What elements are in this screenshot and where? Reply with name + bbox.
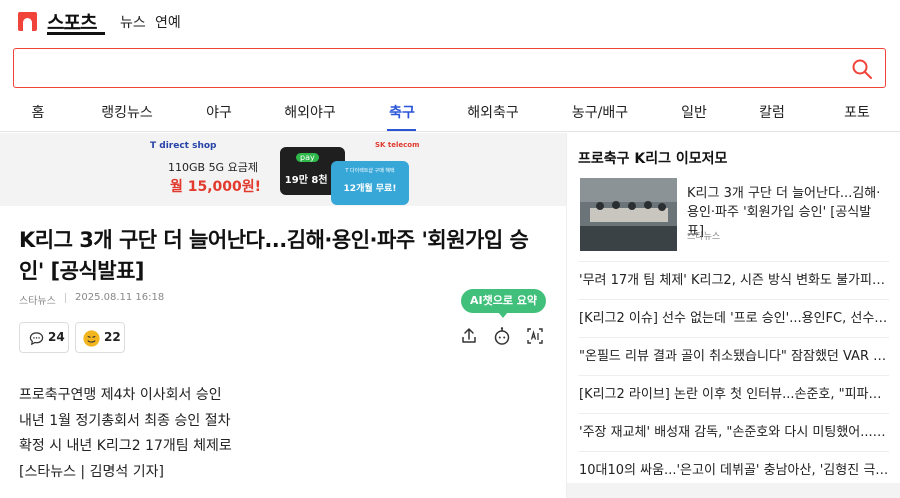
reaction-emoji-icon <box>83 330 100 347</box>
summary-line: 확정 시 내년 K리그2 17개팀 체제로 <box>19 438 232 454</box>
sidebar-article-list: '무려 17개 팀 체제' K리그2, 시즌 방식 변화도 불가피...'2..… <box>579 261 889 489</box>
nav-overseas-baseball[interactable]: 해외야구 <box>284 102 336 122</box>
nav-active-indicator <box>387 129 416 131</box>
nav-general[interactable]: 일반 <box>681 102 707 122</box>
article-summary: 프로축구연맹 제4차 이사회서 승인 내년 1월 정기총회서 최종 승인 절차 … <box>19 383 232 485</box>
article-date: 2025.08.11 16:18 <box>75 292 165 303</box>
ad-pay-badge: pay <box>296 153 319 162</box>
sidebar-title: 프로축구 K리그 이모저모 <box>578 151 728 167</box>
share-icon[interactable] <box>459 326 479 346</box>
summary-line: 내년 1월 정기총회서 최종 승인 절차 <box>19 412 231 429</box>
reaction-button[interactable]: 22 <box>75 322 125 353</box>
ad-shop-label: T direct shop <box>150 141 217 151</box>
summary-line: 프로축구연맹 제4차 이사회서 승인 <box>19 387 222 403</box>
search-bar <box>13 48 886 88</box>
font-size-icon[interactable] <box>525 326 545 346</box>
header-link-news[interactable]: 뉴스 <box>120 12 146 32</box>
article-source[interactable]: 스타뉴스 <box>19 292 56 307</box>
byline: [스타뉴스 | 김명석 기자] <box>19 463 164 480</box>
list-item[interactable]: '무려 17개 팀 체제' K리그2, 시즌 방식 변화도 불가피...'2..… <box>579 261 889 299</box>
reaction-count: 22 <box>104 330 121 344</box>
comment-button[interactable]: 24 <box>19 322 69 353</box>
ad-plan-text: 110GB 5G 요금제 <box>168 161 258 174</box>
search-icon[interactable] <box>851 58 873 80</box>
sidebar-footer-strip <box>567 483 900 498</box>
nav-ranking[interactable]: 랭킹뉴스 <box>101 102 153 122</box>
ad-sk-logo: SK telecom <box>375 141 420 149</box>
meta-divider <box>65 293 66 303</box>
comment-icon <box>29 332 44 346</box>
logo-icon[interactable] <box>18 12 37 31</box>
brand-underline <box>47 32 105 35</box>
featured-article-source: 스타뉴스 <box>687 232 721 242</box>
ad-benefit-text: 12개월 무료! <box>343 184 397 194</box>
article-title: K리그 3개 구단 더 늘어난다...김해·용인·파주 '회원가입 승인' [공… <box>19 228 529 283</box>
ad-benefit-small: T 다이렉트샵 구매 혜택 <box>345 168 395 174</box>
nav-home[interactable]: 홈 <box>32 102 45 122</box>
nav-football[interactable]: 축구 <box>389 102 415 122</box>
nav-photo[interactable]: 포토 <box>844 102 870 122</box>
ad-banner[interactable]: T direct shop 110GB 5G 요금제 월 15,000원! pa… <box>0 133 566 206</box>
list-item[interactable]: "온필드 리뷰 결과 골이 취소됐습니다" 잠잠했던 VAR P... <box>579 337 889 375</box>
category-nav: 홈 랭킹뉴스 야구 해외야구 축구 해외축구 농구/배구 일반 칼럼 포토 <box>0 92 900 132</box>
sidebar: 프로축구 K리그 이모저모 K리그 3개 구단 더 늘어난다...김해·용인·파… <box>566 133 900 498</box>
list-item[interactable]: [K리그2 라이브] 논란 이후 첫 인터뷰...손준호, "피파의 ... <box>579 375 889 413</box>
nav-basketball-volleyball[interactable]: 농구/배구 <box>572 102 628 122</box>
brand-title[interactable]: 스포츠 <box>47 8 97 35</box>
ad-price-text: 월 15,000원! <box>170 179 262 195</box>
nav-baseball[interactable]: 야구 <box>206 102 232 122</box>
comment-count: 24 <box>48 330 65 344</box>
search-input[interactable] <box>22 55 842 81</box>
nav-column[interactable]: 칼럼 <box>759 102 785 122</box>
meeting-photo-image <box>580 178 677 251</box>
ai-summary-button[interactable]: AI챗으로 요약 <box>461 289 546 318</box>
nav-overseas-football[interactable]: 해외축구 <box>467 102 519 122</box>
list-item[interactable]: [K리그2 이슈] 선수 없는데 '프로 승인'...용인FC, 선수단 ... <box>579 299 889 337</box>
top-header: 스포츠 뉴스 연예 <box>0 0 900 42</box>
ai-chat-bot-icon[interactable] <box>492 326 512 346</box>
featured-thumbnail[interactable] <box>580 178 677 251</box>
list-item[interactable]: '주장 재교체' 배성재 감독, "손준호와 다시 미팅했어...잘 ... <box>579 413 889 451</box>
header-link-entertainment[interactable]: 연예 <box>155 12 181 32</box>
